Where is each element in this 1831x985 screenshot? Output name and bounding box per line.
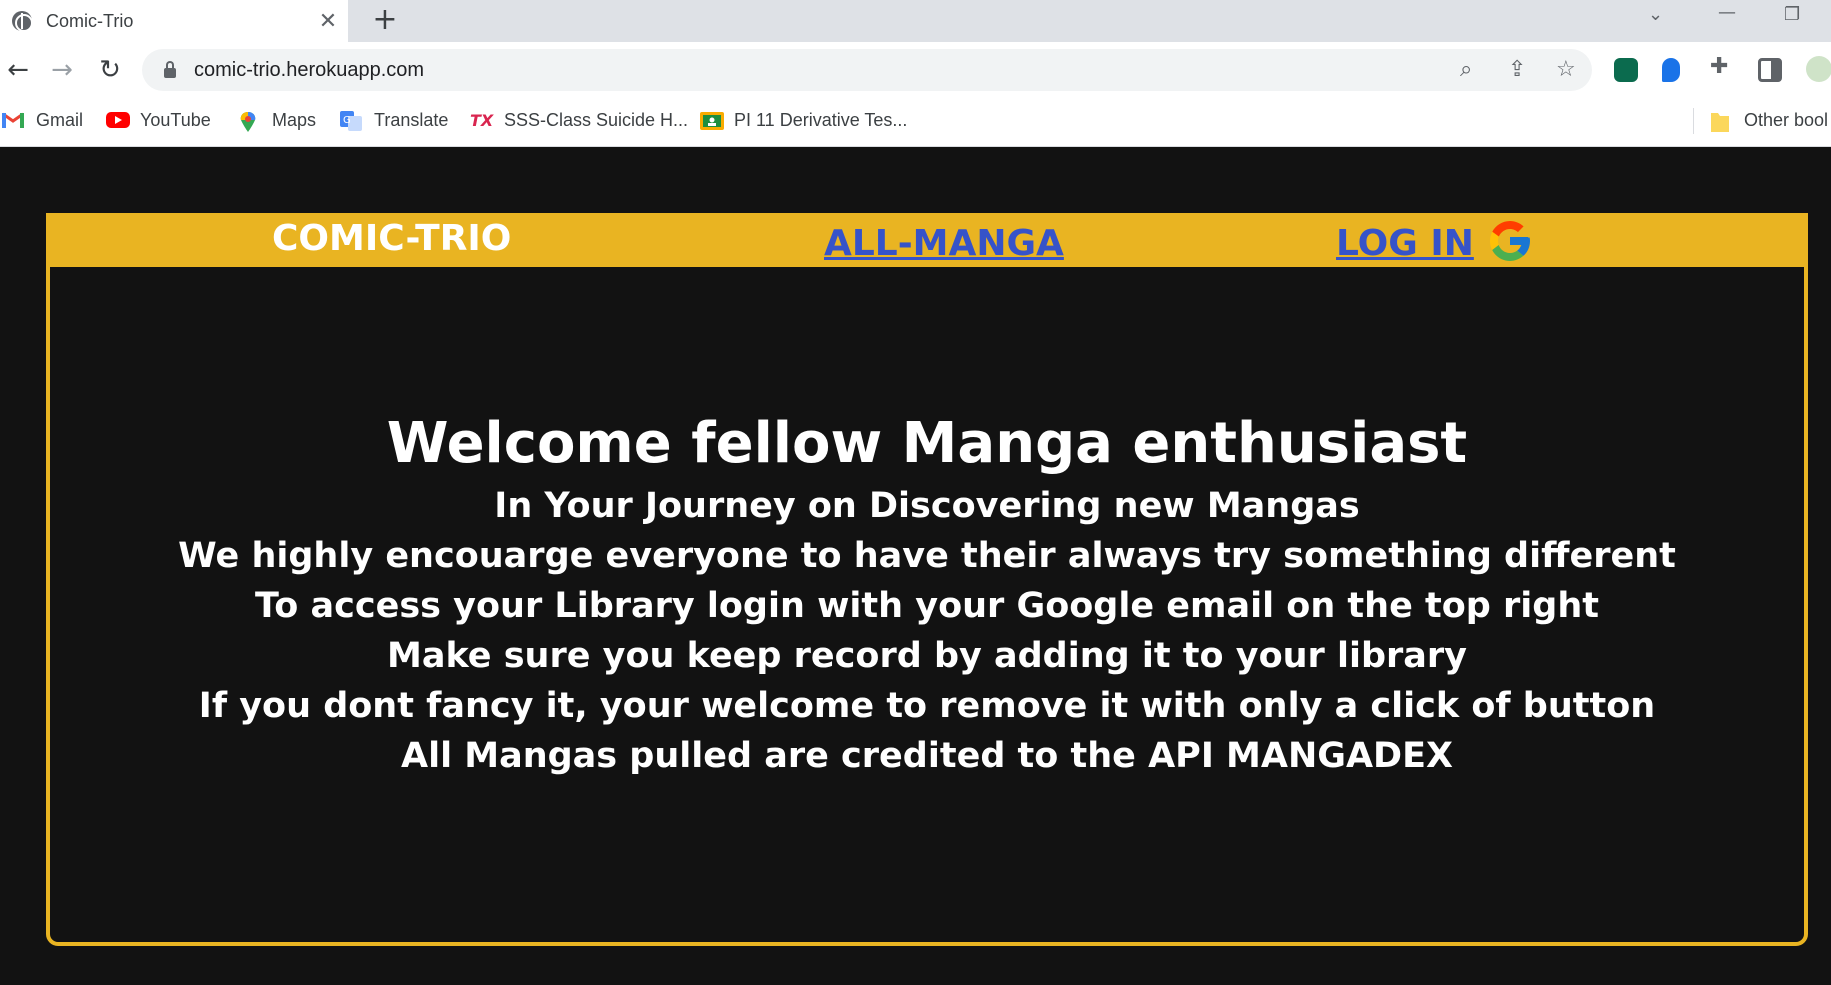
lock-icon [164,61,176,78]
tab-close-button[interactable]: ✕ [308,9,348,34]
zoom-icon[interactable]: ⌕ [1460,57,1472,82]
bookmark-pi-11[interactable]: PI 11 Derivative Tes... [700,110,907,131]
puzzle-icon[interactable]: ✚ [1710,54,1734,79]
bookmarks-separator [1693,108,1694,134]
bookmark-translate[interactable]: G Translate [340,110,448,131]
maps-icon [238,111,260,132]
site-brand[interactable]: COMIC-TRIO [272,217,511,261]
svg-text:G: G [343,115,351,126]
bookmark-sss-class[interactable]: TX SSS-Class Suicide H... [470,110,688,131]
forward-button[interactable]: → [44,52,80,88]
restore-button[interactable]: ❐ [1784,4,1800,25]
youtube-icon [106,111,130,131]
vpn-extension-icon[interactable] [1662,58,1680,82]
google-icon[interactable] [1486,217,1534,265]
address-bar[interactable]: comic-trio.herokuapp.com ⌕ ⇪ ☆ [142,49,1592,91]
profile-avatar[interactable] [1806,56,1831,82]
welcome-line: If you dont fancy it, your welcome to re… [198,686,1656,726]
globe-icon [12,11,33,32]
tab-title: Comic-Trio [46,10,134,31]
side-panel-icon[interactable] [1758,58,1782,82]
bookmark-maps[interactable]: Maps [238,110,316,132]
svg-text:TX: TX [470,111,494,129]
extension-icon[interactable] [1614,58,1638,82]
bookmark-star-icon[interactable]: ☆ [1556,57,1576,82]
welcome-section: Welcome fellow Manga enthusiast In Your … [50,267,1804,946]
tab-strip: Comic-Trio ✕ + ⌄ — ❐ [0,0,1831,42]
bookmark-youtube[interactable]: YouTube [106,110,211,131]
all-manga-link[interactable]: ALL-MANGA [824,221,1064,267]
welcome-line: To access your Library login with your G… [255,586,1599,626]
url-text: comic-trio.herokuapp.com [194,58,425,81]
site-navbar: COMIC-TRIO ALL-MANGA LOG IN [50,217,1804,267]
back-button[interactable]: ← [0,52,36,88]
other-bookmarks[interactable]: Other bool [1710,110,1828,132]
reload-button[interactable]: ↻ [92,52,128,88]
folder-icon [1710,111,1732,132]
welcome-line: All Mangas pulled are credited to the AP… [400,736,1454,776]
share-icon[interactable]: ⇪ [1508,57,1526,82]
browser-toolbar: ← → ↻ comic-trio.herokuapp.com ⌕ ⇪ ☆ ✚ [0,42,1831,98]
translate-icon: G [340,110,362,131]
bookmark-gmail[interactable]: Gmail [2,110,83,131]
login-link[interactable]: LOG IN [1336,221,1474,267]
tx-icon: TX [470,111,494,131]
minimize-button[interactable]: — [1718,2,1736,23]
classroom-icon [700,111,724,131]
web-page: COMIC-TRIO ALL-MANGA LOG IN Welcome fell… [0,147,1831,985]
tab-search-icon[interactable]: ⌄ [1648,4,1663,25]
welcome-line: We highly encouarge everyone to have the… [178,536,1676,576]
gmail-icon [2,111,24,131]
browser-chrome: Comic-Trio ✕ + ⌄ — ❐ ← → ↻ comic-trio.he… [0,0,1831,147]
welcome-line: In Your Journey on Discovering new Manga… [494,486,1360,526]
new-tab-button[interactable]: + [368,2,402,37]
main-frame: COMIC-TRIO ALL-MANGA LOG IN Welcome fell… [46,213,1808,946]
bookmarks-bar: Gmail YouTube Maps G Translate TX SSS-Cl… [0,98,1831,146]
welcome-line: Make sure you keep record by adding it t… [387,636,1467,676]
browser-tab[interactable]: Comic-Trio ✕ [0,0,348,42]
welcome-heading: Welcome fellow Manga enthusiast [386,411,1468,476]
